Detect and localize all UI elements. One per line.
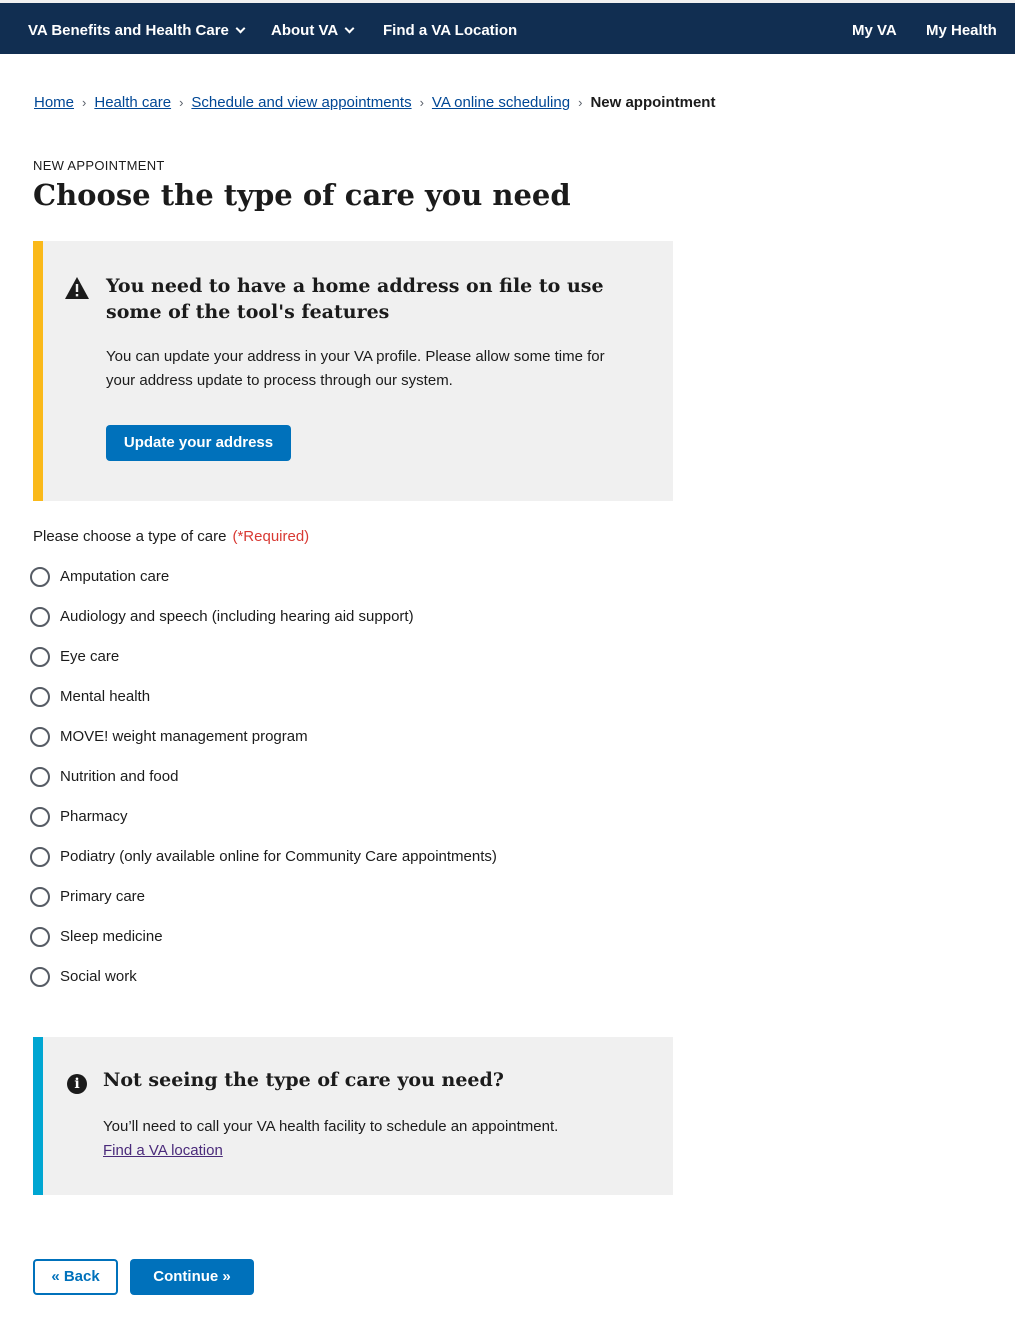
radio-label[interactable]: Eye care	[60, 646, 119, 668]
care-type-legend: Please choose a type of care (*Required)	[33, 528, 309, 545]
nav-benefits-label: VA Benefits and Health Care	[28, 22, 229, 39]
care-type-radio-group: Amputation care Audiology and speech (inc…	[30, 566, 497, 1006]
info-icon: i	[67, 1074, 87, 1094]
info-alert-heading: Not seeing the type of care you need?	[103, 1069, 504, 1091]
care-type-option[interactable]: Sleep medicine	[30, 926, 497, 966]
breadcrumb-separator: ›	[419, 95, 424, 110]
breadcrumb-online-scheduling-link[interactable]: VA online scheduling	[432, 94, 570, 111]
breadcrumb-home-link[interactable]: Home	[34, 94, 74, 111]
radio-button[interactable]	[30, 807, 50, 827]
breadcrumb-schedule-link[interactable]: Schedule and view appointments	[191, 94, 411, 111]
radio-label[interactable]: Podiatry (only available online for Comm…	[60, 846, 497, 868]
radio-label[interactable]: Pharmacy	[60, 806, 128, 828]
radio-button[interactable]	[30, 567, 50, 587]
breadcrumb-separator: ›	[578, 95, 583, 110]
care-type-option[interactable]: Amputation care	[30, 566, 497, 606]
nav-benefits-menu[interactable]: VA Benefits and Health Care	[28, 3, 246, 54]
info-alert-body: You’ll need to call your VA health facil…	[103, 1118, 559, 1135]
care-type-option[interactable]: MOVE! weight management program	[30, 726, 497, 766]
radio-button[interactable]	[30, 647, 50, 667]
breadcrumb-health-care-link[interactable]: Health care	[94, 94, 171, 111]
radio-button[interactable]	[30, 927, 50, 947]
care-type-option[interactable]: Audiology and speech (including hearing …	[30, 606, 497, 646]
radio-button[interactable]	[30, 887, 50, 907]
breadcrumb-current: New appointment	[590, 94, 716, 111]
warning-icon	[65, 277, 89, 299]
nav-my-va-link[interactable]: My VA	[852, 3, 897, 54]
radio-label[interactable]: Nutrition and food	[60, 766, 178, 788]
breadcrumb: Home › Health care › Schedule and view appoi…	[34, 94, 715, 111]
top-navigation: VA Benefits and Health Care About VA Fin…	[0, 0, 1015, 54]
warning-alert-heading: You need to have a home address on file …	[106, 275, 604, 323]
find-va-location-link[interactable]: Find a VA location	[103, 1139, 223, 1163]
care-type-option[interactable]: Social work	[30, 966, 497, 1006]
care-info-alert: i Not seeing the type of care you need? …	[33, 1037, 673, 1195]
radio-button[interactable]	[30, 967, 50, 987]
care-type-option[interactable]: Eye care	[30, 646, 497, 686]
care-type-option[interactable]: Primary care	[30, 886, 497, 926]
update-address-button[interactable]: Update your address	[106, 425, 291, 461]
radio-label[interactable]: Mental health	[60, 686, 150, 708]
radio-label[interactable]: Amputation care	[60, 566, 169, 588]
radio-label[interactable]: Audiology and speech (including hearing …	[60, 606, 414, 628]
required-indicator: (*Required)	[232, 528, 310, 545]
page-eyebrow: NEW APPOINTMENT	[33, 158, 165, 173]
radio-label[interactable]: MOVE! weight management program	[60, 726, 308, 748]
care-type-legend-text: Please choose a type of care	[33, 528, 227, 545]
page-title: Choose the type of care you need	[33, 178, 571, 212]
back-button[interactable]: « Back	[33, 1259, 118, 1295]
breadcrumb-separator: ›	[82, 95, 87, 110]
nav-about-menu[interactable]: About VA	[271, 3, 355, 54]
chevron-down-icon	[235, 23, 246, 34]
chevron-down-icon	[344, 23, 355, 34]
radio-label[interactable]: Sleep medicine	[60, 926, 163, 948]
nav-my-health-link[interactable]: My Health	[926, 3, 997, 54]
radio-button[interactable]	[30, 727, 50, 747]
care-type-option[interactable]: Mental health	[30, 686, 497, 726]
radio-button[interactable]	[30, 847, 50, 867]
radio-button[interactable]	[30, 767, 50, 787]
care-type-option[interactable]: Pharmacy	[30, 806, 497, 846]
warning-alert-body: You can update your address in your VA p…	[106, 348, 605, 389]
care-type-option[interactable]: Nutrition and food	[30, 766, 497, 806]
breadcrumb-separator: ›	[179, 95, 184, 110]
nav-about-label: About VA	[271, 22, 339, 39]
care-type-option[interactable]: Podiatry (only available online for Comm…	[30, 846, 497, 886]
radio-button[interactable]	[30, 687, 50, 707]
continue-button[interactable]: Continue »	[130, 1259, 254, 1295]
address-warning-alert: You need to have a home address on file …	[33, 241, 673, 501]
radio-label[interactable]: Primary care	[60, 886, 145, 908]
radio-button[interactable]	[30, 607, 50, 627]
radio-label[interactable]: Social work	[60, 966, 137, 988]
nav-find-location-link[interactable]: Find a VA Location	[383, 3, 517, 54]
